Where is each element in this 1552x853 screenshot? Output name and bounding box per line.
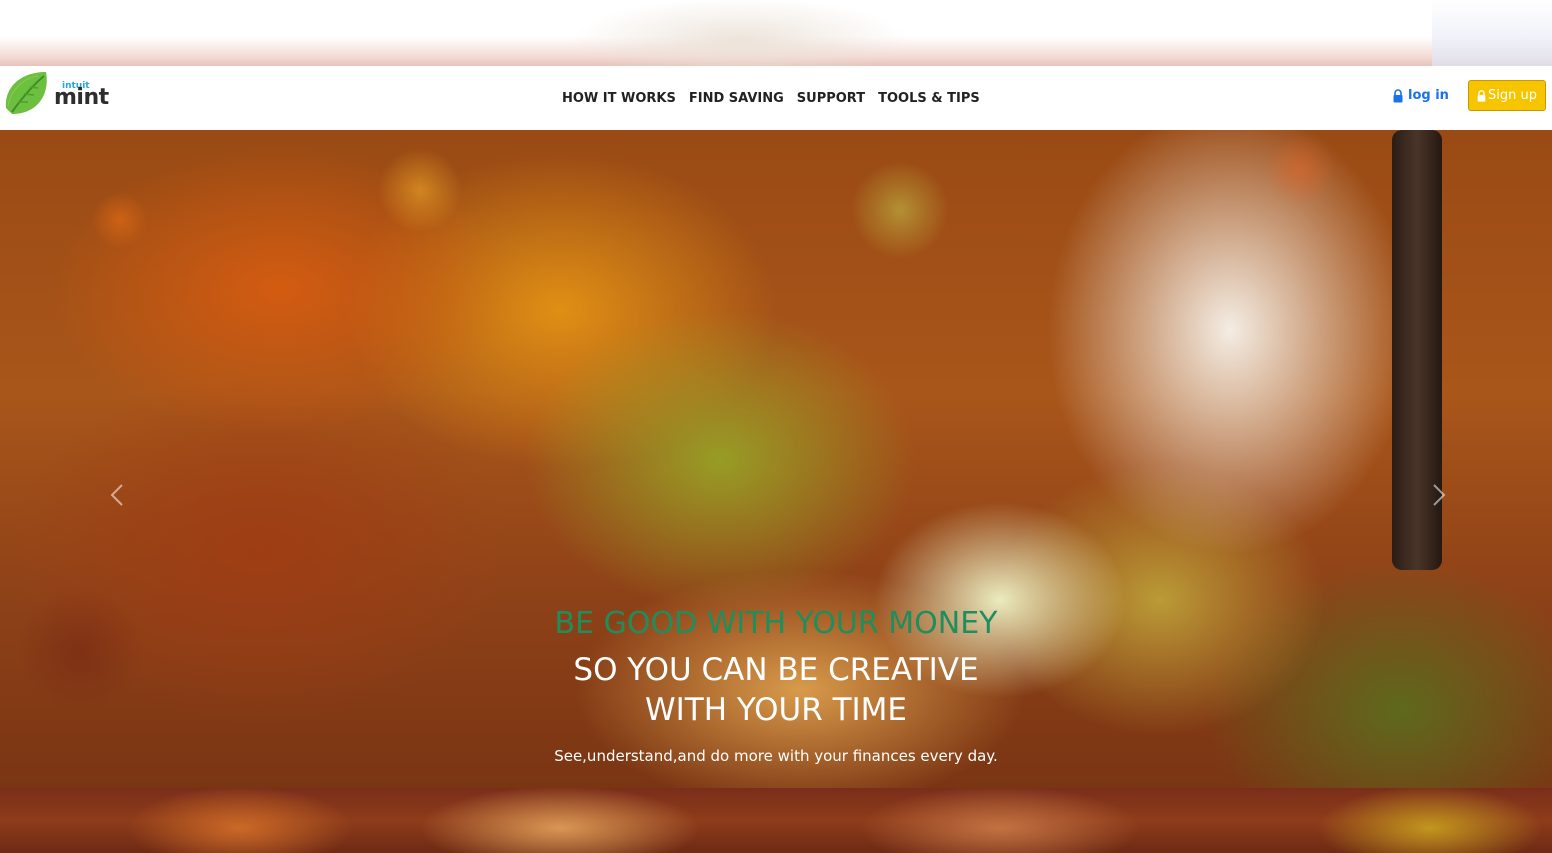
login-label: log in <box>1408 88 1449 103</box>
navbar: intuit mint HOW IT WORKS FIND SAVING SUP… <box>0 66 1552 130</box>
nav-tools-tips[interactable]: TOOLS & TIPS <box>878 91 980 106</box>
nav-find-saving[interactable]: FIND SAVING <box>689 91 784 106</box>
brand-name-text: mint <box>54 85 109 110</box>
chevron-left-icon <box>110 484 123 506</box>
login-link[interactable]: log in <box>1393 88 1449 103</box>
lock-icon <box>1393 88 1403 102</box>
brand-logo[interactable]: intuit mint <box>2 66 112 130</box>
signup-button[interactable]: Sign up <box>1468 80 1546 111</box>
hero-background-image <box>0 130 1552 788</box>
bottom-backdrop-blur <box>0 788 1552 853</box>
nav-how-it-works[interactable]: HOW IT WORKS <box>562 91 676 106</box>
nav-support[interactable]: SUPPORT <box>797 91 865 106</box>
carousel-next-button[interactable] <box>1424 480 1454 510</box>
main-nav: HOW IT WORKS FIND SAVING SUPPORT TOOLS &… <box>562 66 993 130</box>
leaf-logo-icon <box>5 72 47 114</box>
signup-label: Sign up <box>1488 88 1537 103</box>
carousel-prev-button[interactable] <box>102 480 132 510</box>
chevron-right-icon <box>1433 484 1446 506</box>
top-backdrop-blur <box>0 0 1552 66</box>
hero-carousel: BE GOOD WITH YOUR MONEY SO YOU CAN BE CR… <box>0 130 1552 788</box>
lock-icon <box>1477 89 1486 102</box>
